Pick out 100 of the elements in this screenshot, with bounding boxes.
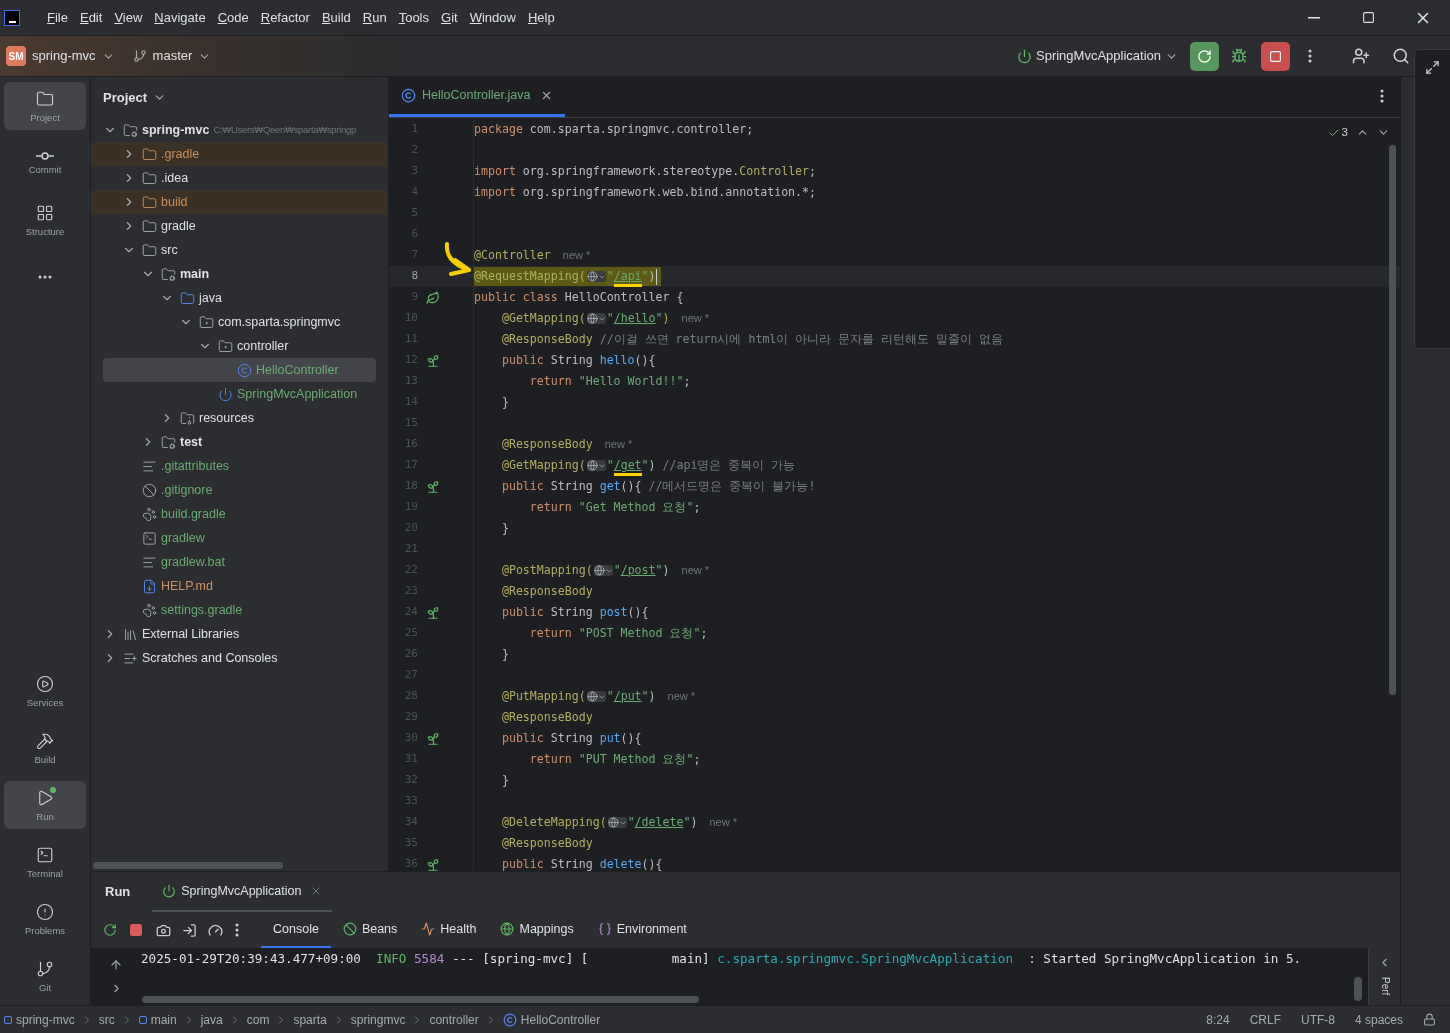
breadcrumb-item[interactable]: main xyxy=(138,1010,177,1029)
more-icon[interactable] xyxy=(235,923,239,937)
tree-item[interactable]: resources xyxy=(103,406,254,430)
tree-item[interactable]: HelloController xyxy=(103,358,376,382)
maximize-icon[interactable] xyxy=(1362,11,1375,24)
editor-tab[interactable]: HelloController.java xyxy=(389,76,566,117)
breadcrumb-item[interactable]: java xyxy=(200,1010,223,1029)
tree-item[interactable]: gradlew xyxy=(103,526,205,550)
tree-item[interactable]: com.sparta.springmvc xyxy=(103,310,341,334)
sprout-icon[interactable] xyxy=(426,731,440,746)
stop-icon[interactable] xyxy=(130,924,142,936)
globe-dropdown-icon[interactable] xyxy=(593,565,613,576)
tree-item[interactable]: .idea xyxy=(103,166,189,190)
menu-item[interactable]: Build xyxy=(316,7,356,28)
line-separator[interactable]: CRLF xyxy=(1249,1010,1281,1029)
breadcrumb-item[interactable]: sparta xyxy=(293,1010,327,1029)
tree-item[interactable]: gradlew.bat xyxy=(103,550,225,574)
scroll-up-icon[interactable] xyxy=(109,958,123,972)
log-in-icon[interactable] xyxy=(182,922,197,938)
minimize-icon[interactable] xyxy=(1308,16,1320,19)
more-icon[interactable] xyxy=(1308,49,1312,63)
menu-item[interactable]: Edit xyxy=(74,7,108,28)
tool-window-button[interactable]: Run xyxy=(4,781,86,829)
run-configuration-selector[interactable]: SpringMvcApplication xyxy=(1017,46,1178,66)
tree-item[interactable]: .gitattributes xyxy=(103,454,230,478)
camera-icon[interactable] xyxy=(156,922,171,938)
horizontal-scrollbar[interactable] xyxy=(93,862,283,869)
vertical-scrollbar[interactable] xyxy=(1389,145,1396,695)
tool-window-button[interactable]: Git xyxy=(4,952,86,1000)
caret-position[interactable]: 8:24 xyxy=(1206,1010,1230,1029)
menu-item[interactable]: Navigate xyxy=(149,7,211,28)
project-view-dropdown[interactable]: Project xyxy=(103,87,167,108)
tool-window-button[interactable]: Project xyxy=(4,82,86,130)
breadcrumb-item[interactable]: src xyxy=(98,1010,115,1029)
gauge-icon[interactable] xyxy=(208,922,223,938)
add-user-icon[interactable] xyxy=(1352,47,1370,65)
breadcrumb-item[interactable]: springmvc xyxy=(350,1010,406,1029)
tree-item[interactable]: SpringMvcApplication xyxy=(103,382,358,406)
branch-switcher[interactable]: master xyxy=(132,46,212,66)
tool-window-button[interactable]: Commit xyxy=(4,139,86,187)
breadcrumb-item[interactable]: com xyxy=(246,1010,270,1029)
globe-dropdown-icon[interactable] xyxy=(586,271,606,282)
menu-item[interactable]: Code xyxy=(212,7,254,28)
tree-item[interactable]: HELP.md xyxy=(103,574,213,598)
breadcrumb-item[interactable]: HelloController xyxy=(502,1010,601,1029)
expand-icon[interactable] xyxy=(1425,60,1440,75)
menu-item[interactable]: Window xyxy=(464,7,521,28)
tree-item[interactable]: src xyxy=(103,238,178,262)
menu-item[interactable]: Run xyxy=(357,7,392,28)
tree-item[interactable]: settings.gradle xyxy=(103,598,243,622)
project-switcher[interactable]: SM spring-mvc xyxy=(6,46,115,66)
debug-icon[interactable] xyxy=(1231,48,1247,64)
horizontal-scrollbar[interactable] xyxy=(142,996,699,1003)
tree-item[interactable]: spring-mvc C:₩Users₩Qeen₩sparta₩springp xyxy=(103,118,356,142)
rerun-icon[interactable] xyxy=(103,923,117,937)
vertical-scrollbar[interactable] xyxy=(1354,977,1362,1001)
leaf-icon[interactable] xyxy=(426,290,440,305)
console-tab[interactable]: Mappings xyxy=(488,912,586,948)
menu-item[interactable]: File xyxy=(42,7,73,28)
side-panel-label[interactable]: Perf xyxy=(1379,977,1390,996)
inspection-widget[interactable]: 3 xyxy=(1327,124,1348,142)
indent-setting[interactable]: 4 spaces xyxy=(1354,1010,1403,1029)
console-tab[interactable]: Health xyxy=(409,912,489,948)
sprout-icon[interactable] xyxy=(426,857,440,871)
tree-item[interactable]: test xyxy=(103,430,203,454)
tool-window-button[interactable]: Problems xyxy=(4,895,86,943)
tree-item[interactable]: External Libraries xyxy=(103,622,240,646)
tree-item[interactable]: main xyxy=(103,262,210,286)
lock-icon[interactable] xyxy=(1423,1013,1436,1026)
menu-item[interactable]: Git xyxy=(436,7,463,28)
tree-item[interactable]: Scratches and Consoles xyxy=(103,646,278,670)
sprout-icon[interactable] xyxy=(426,353,440,368)
file-encoding[interactable]: UTF-8 xyxy=(1300,1010,1335,1029)
search-icon[interactable] xyxy=(1392,47,1410,65)
tree-item[interactable]: controller xyxy=(103,334,289,358)
menu-item[interactable]: View xyxy=(109,7,148,28)
sprout-icon[interactable] xyxy=(426,479,440,494)
tree-item[interactable]: build.gradle xyxy=(103,502,226,526)
tool-window-button[interactable]: Services xyxy=(4,667,86,715)
rerun-button[interactable] xyxy=(1190,41,1219,71)
menu-item[interactable]: Refactor xyxy=(255,7,315,28)
run-tab[interactable]: SpringMvcApplication xyxy=(152,872,333,912)
more-icon[interactable] xyxy=(38,275,52,279)
stop-button[interactable] xyxy=(1261,41,1290,71)
menu-item[interactable]: Tools xyxy=(393,7,434,28)
more-icon[interactable] xyxy=(1380,89,1384,103)
tool-window-button[interactable]: Build xyxy=(4,724,86,772)
globe-dropdown-icon[interactable] xyxy=(607,817,627,828)
globe-dropdown-icon[interactable] xyxy=(586,460,606,471)
console-tab[interactable]: Beans xyxy=(330,912,410,948)
tree-item[interactable]: .gitignore xyxy=(103,478,213,502)
tree-item[interactable]: java xyxy=(103,286,222,310)
breadcrumb-item[interactable]: spring-mvc xyxy=(4,1010,75,1029)
menu-item[interactable]: Help xyxy=(522,7,560,28)
tool-window-button[interactable]: Structure xyxy=(4,196,86,244)
tool-window-button[interactable]: Terminal xyxy=(4,838,86,886)
breadcrumb-item[interactable]: controller xyxy=(429,1010,479,1029)
sprout-icon[interactable] xyxy=(426,605,440,620)
console-tab[interactable]: Environment xyxy=(585,912,699,948)
tree-item[interactable]: gradle xyxy=(103,214,196,238)
